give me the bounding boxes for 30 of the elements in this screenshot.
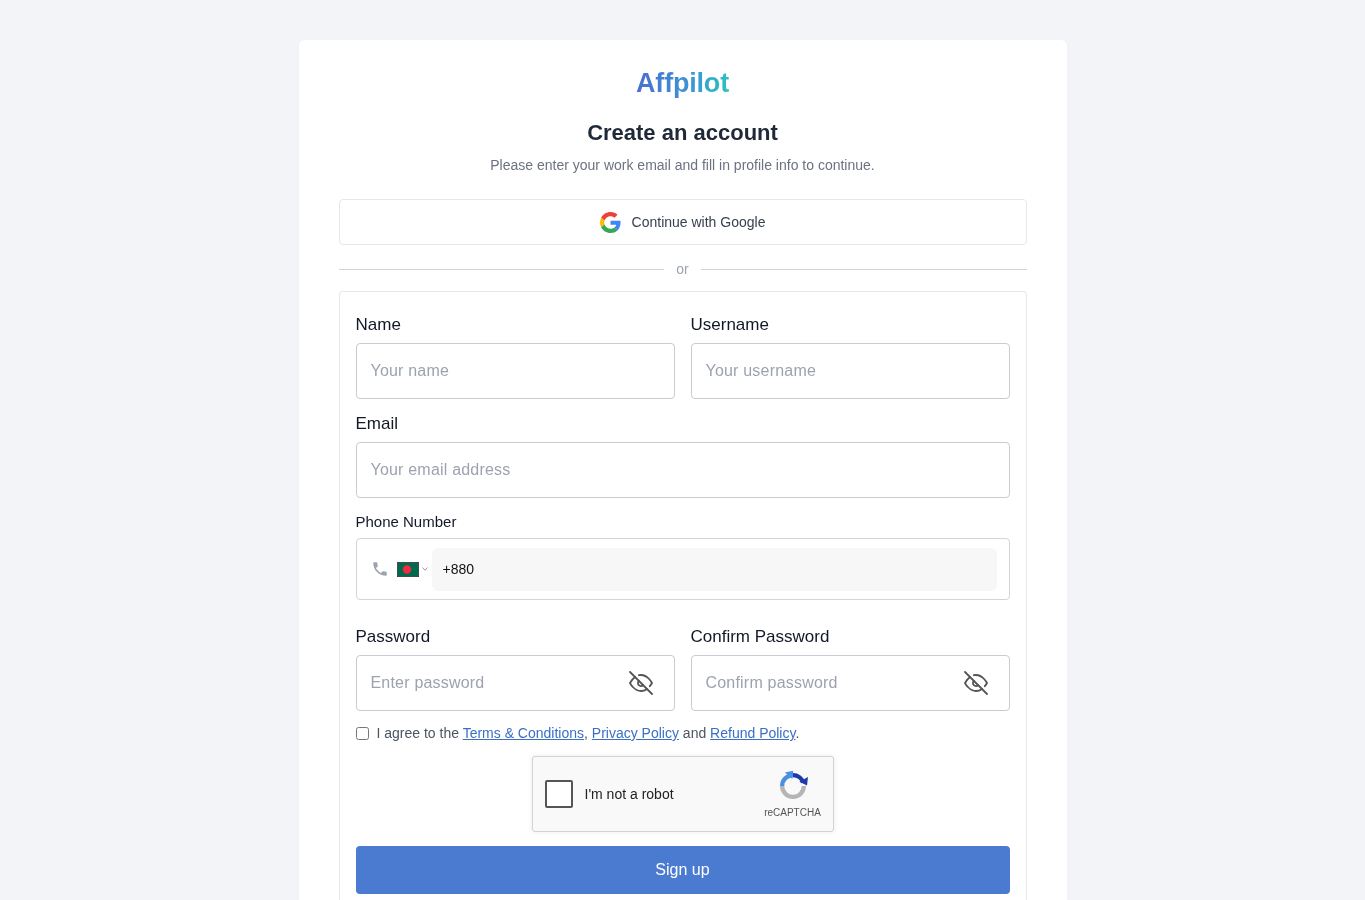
field-label: Username xyxy=(690,314,770,336)
text-input[interactable]: Your name xyxy=(355,343,675,399)
sign-up-button[interactable]: Sign up xyxy=(355,846,1010,894)
google-icon xyxy=(599,211,621,233)
recaptcha-brand-text: reCAPTCHA xyxy=(764,806,821,819)
eye-slash-icon[interactable] xyxy=(963,671,988,695)
captcha-label: I'm not a robot xyxy=(584,786,675,802)
field-label: Email xyxy=(355,413,399,435)
field-label: Phone Number xyxy=(355,512,458,532)
text-input[interactable]: Your email address xyxy=(355,442,1010,498)
captcha-checkbox[interactable] xyxy=(544,780,573,808)
field-label: Confirm Password xyxy=(690,626,831,648)
country-select[interactable] xyxy=(396,561,428,577)
page-subtitle: Please enter your work email and fill in profile info to continue. xyxy=(490,156,875,175)
caret-icon xyxy=(421,567,428,571)
phone-icon xyxy=(370,560,389,578)
page-title: Create an account xyxy=(587,119,778,147)
legal-link[interactable]: Privacy Policy xyxy=(591,725,679,741)
divider-label: or xyxy=(676,260,689,279)
agree-checkbox[interactable] xyxy=(355,726,369,740)
password-input[interactable]: Enter password xyxy=(355,655,675,711)
field-label: Name xyxy=(355,314,402,336)
agreement-text: I agree to the Terms & Conditions, Privacy Policy and Refund Policy. xyxy=(376,724,800,743)
phone-number-input[interactable]: +880 xyxy=(431,547,997,591)
field-label: Password xyxy=(355,626,432,648)
password-input[interactable]: Confirm password xyxy=(690,655,1010,711)
eye-slash-icon[interactable] xyxy=(628,671,653,695)
google-signin-button[interactable]: Continue with Google xyxy=(338,199,1027,245)
text-input[interactable]: Your username xyxy=(690,343,1010,399)
flag-icon xyxy=(396,561,419,577)
